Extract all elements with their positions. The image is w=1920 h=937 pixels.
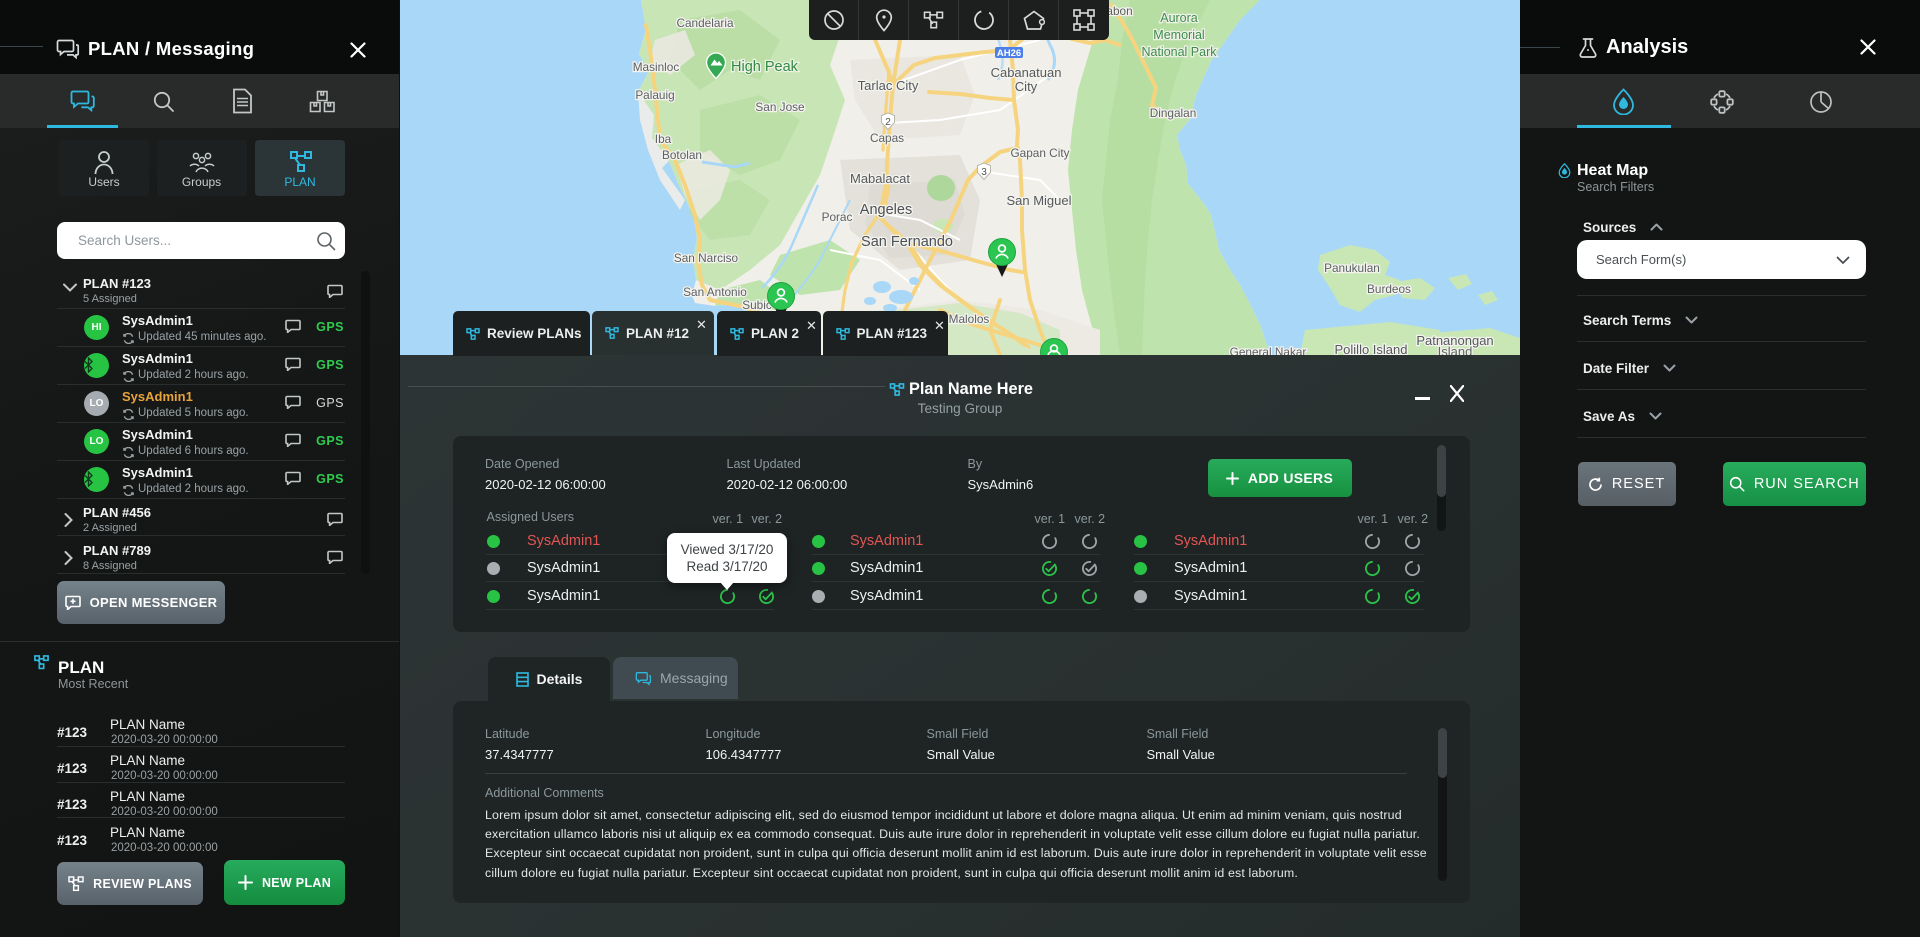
svg-text:Botolan: Botolan [662, 148, 702, 162]
svg-text:Candelaria: Candelaria [676, 16, 733, 30]
svg-text:San Miguel: San Miguel [1006, 193, 1071, 208]
svg-text:Iba: Iba [655, 132, 672, 146]
svg-text:Cabanatuan: Cabanatuan [991, 65, 1062, 80]
svg-text:General Nakar: General Nakar [1230, 345, 1307, 355]
svg-text:AH26: AH26 [997, 48, 1021, 59]
svg-text:Malolos: Malolos [949, 312, 990, 326]
svg-text:National Park: National Park [1141, 45, 1217, 59]
svg-text:City: City [1015, 79, 1038, 94]
svg-text:Panukulan: Panukulan [1324, 261, 1380, 275]
svg-text:Gapan City: Gapan City [1010, 146, 1069, 160]
svg-text:Polillo Island: Polillo Island [1335, 342, 1408, 355]
svg-text:High Peak: High Peak [731, 59, 799, 75]
svg-text:Aurora: Aurora [1160, 11, 1198, 25]
svg-text:3: 3 [981, 167, 987, 178]
svg-text:Palauig: Palauig [635, 88, 674, 102]
svg-text:San Antonio: San Antonio [683, 285, 747, 299]
svg-text:Angeles: Angeles [860, 202, 912, 218]
svg-text:Tarlac City: Tarlac City [858, 78, 919, 93]
svg-text:Memorial: Memorial [1153, 28, 1204, 42]
svg-text:Masinloc: Masinloc [633, 60, 680, 74]
svg-text:Burdeos: Burdeos [1367, 282, 1411, 296]
svg-text:Subic: Subic [742, 298, 772, 312]
svg-text:Dingalan: Dingalan [1150, 106, 1197, 120]
svg-text:Capas: Capas [870, 131, 904, 145]
svg-text:2: 2 [885, 117, 891, 128]
svg-text:San Narciso: San Narciso [674, 251, 739, 265]
svg-text:Mabalacat: Mabalacat [850, 171, 910, 186]
svg-text:Island: Island [1438, 344, 1473, 355]
svg-text:San Fernando: San Fernando [861, 234, 953, 250]
svg-text:San Jose: San Jose [755, 100, 805, 114]
svg-text:Porac: Porac [822, 210, 853, 224]
